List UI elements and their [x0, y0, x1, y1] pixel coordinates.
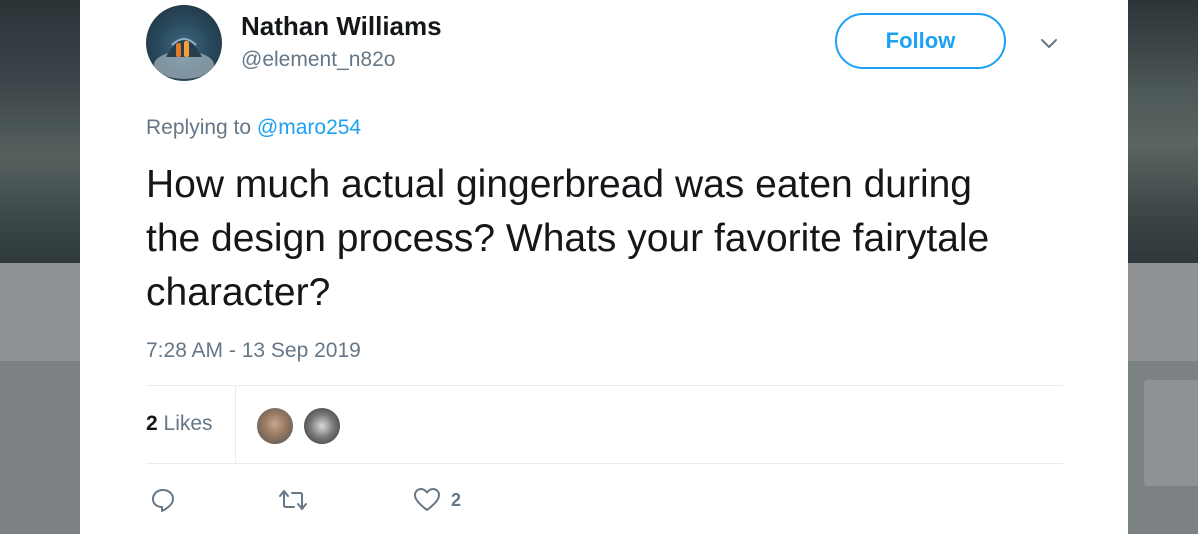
background-left-lower	[0, 361, 80, 534]
follow-button[interactable]: Follow	[835, 13, 1006, 69]
author-handle[interactable]: @element_n82o	[241, 48, 395, 72]
replying-to: Replying to @maro254	[146, 116, 361, 140]
tweet-timestamp[interactable]: 7:28 AM - 13 Sep 2019	[146, 339, 361, 363]
heart-icon	[413, 487, 441, 513]
chevron-down-icon[interactable]	[1038, 33, 1060, 55]
replying-mention[interactable]: @maro254	[257, 116, 361, 139]
divider	[146, 385, 1063, 386]
tweet-text: How much actual gingerbread was eaten du…	[146, 163, 990, 314]
like-button[interactable]: 2	[413, 484, 461, 516]
background-card-edge	[1144, 380, 1198, 486]
likes-label: Likes	[163, 412, 213, 435]
divider	[146, 463, 1063, 464]
like-count: 2	[451, 489, 462, 510]
background-left-band	[0, 263, 80, 361]
reply-icon	[150, 487, 176, 513]
author-avatar[interactable]	[146, 5, 222, 81]
retweet-button[interactable]	[278, 484, 308, 516]
liker-avatar[interactable]	[255, 406, 295, 446]
reply-button[interactable]	[150, 484, 176, 516]
background-right-band	[1128, 263, 1198, 361]
author-name[interactable]: Nathan Williams	[241, 11, 442, 42]
background-left	[0, 0, 80, 263]
liker-avatar[interactable]	[302, 406, 342, 446]
background-right	[1128, 0, 1198, 263]
replying-prefix: Replying to	[146, 116, 252, 139]
tweet-card: Nathan Williams @element_n82o Follow Rep…	[80, 0, 1128, 534]
stats-divider	[235, 386, 236, 463]
retweet-icon	[278, 488, 308, 512]
likes-stat[interactable]: 2 Likes	[146, 412, 213, 436]
likes-count: 2	[146, 412, 158, 435]
